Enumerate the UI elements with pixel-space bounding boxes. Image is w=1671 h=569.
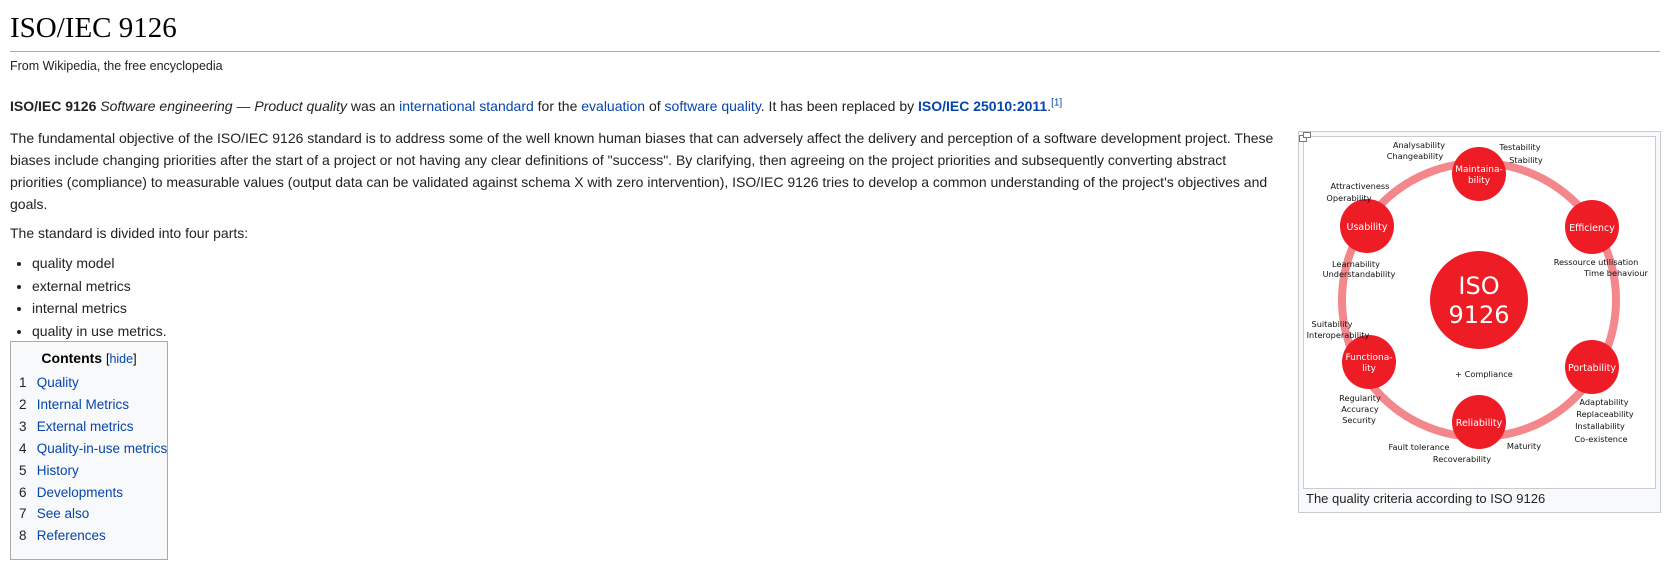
toc-item-external-metrics[interactable]: 3 External metrics [19,416,159,438]
link-software-quality[interactable]: software quality [665,98,761,114]
criterion-label: Ressource utilisation [1554,257,1639,267]
criterion-label: Accuracy [1341,404,1379,414]
toc-number: 4 [19,440,27,456]
toc-item-developments[interactable]: 6 Developments [19,482,159,504]
criterion-label: Maturity [1507,441,1541,451]
parts-intro: The standard is divided into four parts: [10,225,249,241]
objective-paragraph: The fundamental objective of the ISO/IEC… [10,130,1274,212]
toc-number: 1 [19,375,27,390]
parts-list: quality model external metrics internal … [10,252,1275,342]
toc-item-see-also[interactable]: 7 See also [19,503,159,525]
article-body: ISO/IEC 9126 Software engineering — Prod… [10,95,1275,342]
toc-number: 7 [19,506,27,522]
toc-link[interactable]: History [37,463,79,478]
intro-text: of [645,98,665,114]
toc-bracket: ] [133,352,137,366]
criterion-label: Analysability [1393,140,1445,150]
criterion-label: Installability [1575,421,1625,431]
toc-item-history[interactable]: 5 History [19,460,159,482]
criterion-label: Recoverability [1433,454,1491,464]
intro-italic-title: Software engineering — Product quality [100,98,347,114]
criterion-label: Operability [1326,193,1371,203]
node-label: Reliability [1456,418,1503,429]
criterion-label: Stability [1509,155,1543,165]
criterion-label: Fault tolerance [1389,442,1450,452]
figure-image[interactable]: ISO 9126 Maintaina- bility Efficiency Po… [1303,136,1656,489]
criterion-label: Suitability [1312,319,1353,329]
toc-title: Contents [41,350,103,366]
criterion-label: Adaptability [1579,397,1628,407]
link-iso-25010[interactable]: ISO/IEC 25010:2011 [918,98,1047,114]
toc-number: 3 [19,418,27,434]
criterion-label: Learnability [1332,259,1380,269]
toc-list: 1 Quality 2 Internal Metrics 3 External … [19,372,167,547]
criterion-label: Security [1342,415,1376,425]
center-label-line2: 9126 [1448,301,1509,329]
node-label: Functiona- [1345,353,1392,363]
toc-link[interactable]: Quality-in-use metrics [37,441,168,456]
center-label-line1: ISO [1458,272,1499,300]
list-item: quality model [32,252,1275,275]
criterion-label: Time behaviour [1583,268,1648,278]
toc-link[interactable]: Quality [37,375,79,390]
toc-number: 2 [19,396,27,412]
enlarge-icon[interactable] [1299,132,1311,142]
node-label: Maintaina- [1455,165,1503,175]
node-label: lity [1362,364,1377,374]
link-international-standard[interactable]: international standard [399,98,534,114]
node-label: Portability [1568,363,1616,374]
intro-text: for the [533,98,582,114]
node-label: bility [1468,176,1491,186]
criterion-label: Regularity [1339,393,1381,403]
node-label: Usability [1346,222,1387,233]
criterion-label: Changeability [1387,151,1444,161]
figure-caption: The quality criteria according to ISO 91… [1306,491,1546,506]
criterion-label: Attractiveness [1331,181,1390,191]
criterion-label: Understandability [1323,269,1396,279]
toc-item-quality-in-use[interactable]: 4 Quality-in-use metrics [19,438,167,460]
criterion-label: Replaceability [1576,409,1634,419]
toc-item-references[interactable]: 8 References [19,525,159,547]
toc-item-internal-metrics[interactable]: 2 Internal Metrics [19,394,159,416]
toc-number: 6 [19,484,27,500]
criterion-label: Testability [1498,142,1540,152]
iso-9126-diagram: ISO 9126 Maintaina- bility Efficiency Po… [1307,140,1649,464]
toc-link[interactable]: Internal Metrics [37,397,129,412]
compliance-label: + Compliance [1455,369,1513,379]
table-of-contents: Contents [hide] 1 Quality 2 Internal Met… [10,341,168,560]
toc-header: Contents [hide] [19,350,159,366]
toc-link[interactable]: External metrics [37,419,134,434]
node-label: Efficiency [1569,223,1615,234]
intro-paragraph: ISO/IEC 9126 Software engineering — Prod… [10,95,1275,117]
toc-number: 5 [19,462,27,478]
criterion-label: Co-existence [1574,434,1627,444]
toc-hide-link[interactable]: hide [109,352,133,366]
intro-text: was an [346,98,400,114]
toc-link[interactable]: See also [37,506,90,521]
page-title: ISO/IEC 9126 [10,10,1660,52]
toc-link[interactable]: Developments [37,485,123,500]
site-tagline: From Wikipedia, the free encyclopedia [10,59,223,73]
criterion-label: Interoperability [1307,330,1370,340]
link-evaluation[interactable]: evaluation [581,98,645,114]
list-item: internal metrics [32,297,1275,320]
intro-text: . It has been replaced by [760,98,918,114]
toc-link[interactable]: References [37,528,106,543]
list-item: quality in use metrics. [32,320,1275,343]
figure-thumbnail: ISO 9126 Maintaina- bility Efficiency Po… [1298,131,1661,513]
toc-number: 8 [19,528,27,544]
toc-item-quality[interactable]: 1 Quality [19,372,159,394]
list-item: external metrics [32,275,1275,298]
reference-link[interactable]: [1] [1051,97,1062,108]
intro-bold-title: ISO/IEC 9126 [10,98,97,114]
center-circle [1430,251,1528,349]
